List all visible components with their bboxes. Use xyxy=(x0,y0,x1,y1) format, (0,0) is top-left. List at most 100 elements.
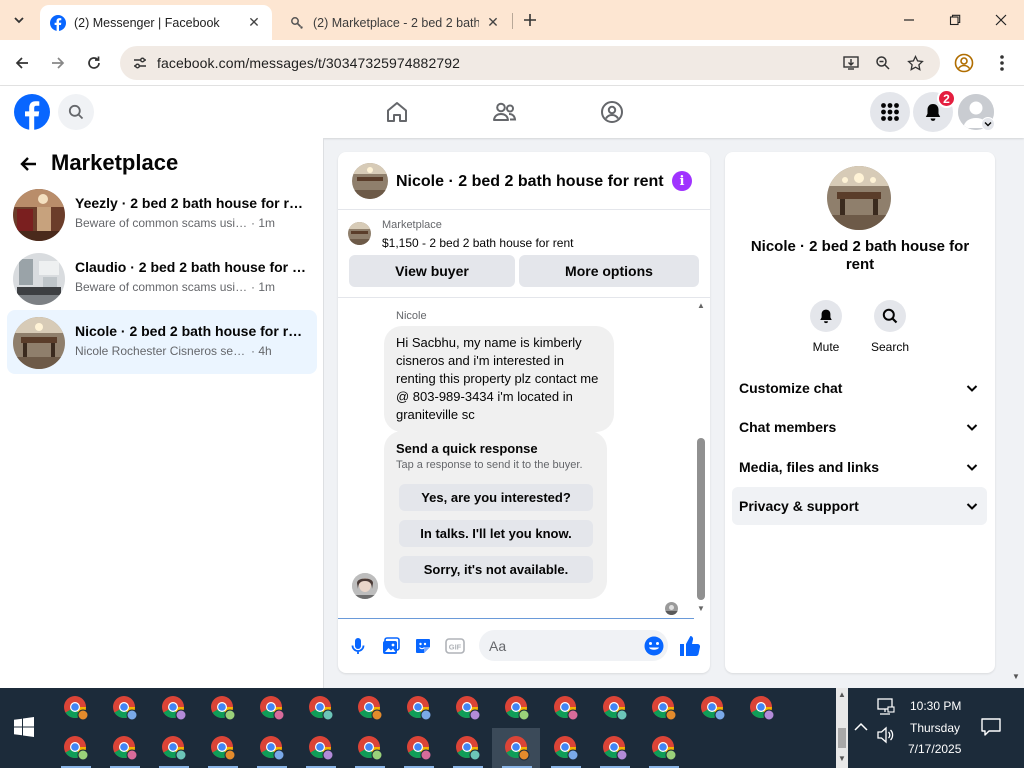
facebook-logo-icon[interactable] xyxy=(14,94,50,130)
listing-price-title[interactable]: $1,150 - 2 bed 2 bath house for rent xyxy=(382,236,573,250)
install-app-icon[interactable] xyxy=(839,51,863,75)
account-chevron[interactable] xyxy=(981,117,995,131)
microphone-icon[interactable] xyxy=(347,635,369,657)
nav-home[interactable] xyxy=(383,98,411,126)
chrome-taskbar-icon[interactable] xyxy=(553,735,579,761)
chrome-taskbar-icon[interactable] xyxy=(357,735,383,761)
sticker-icon[interactable] xyxy=(412,635,434,657)
chrome-profile-button[interactable] xyxy=(952,51,976,75)
quick-response-option[interactable]: Sorry, it's not available. xyxy=(399,556,593,583)
tab-marketplace[interactable]: (2) Marketplace - 2 bed 2 bath house for… xyxy=(279,5,511,40)
chrome-taskbar-icon[interactable] xyxy=(602,735,628,761)
forward-button[interactable] xyxy=(44,49,72,77)
chrome-taskbar-icon[interactable] xyxy=(210,695,236,721)
privacy-support-row[interactable]: Privacy & support xyxy=(732,487,987,525)
tab-close-icon[interactable]: ✕ xyxy=(485,14,501,31)
photo-icon[interactable] xyxy=(380,635,402,657)
chrome-taskbar-icon[interactable] xyxy=(308,735,334,761)
back-button[interactable] xyxy=(8,49,36,77)
chrome-taskbar-icon[interactable] xyxy=(112,735,138,761)
listing-thumbnail[interactable] xyxy=(348,222,371,245)
conversation-claudio[interactable]: Claudio · 2 bed 2 bath house for rent Be… xyxy=(7,246,317,310)
menu-button[interactable] xyxy=(870,92,910,132)
chat-members-row[interactable]: Chat members xyxy=(732,408,987,446)
address-bar[interactable]: facebook.com/messages/t/3034732597488279… xyxy=(120,46,940,80)
chrome-taskbar-icon[interactable] xyxy=(455,735,481,761)
quick-response-option[interactable]: In talks. I'll let you know. xyxy=(399,520,593,547)
window-restore-button[interactable] xyxy=(932,0,978,40)
quick-response-option[interactable]: Yes, are you interested? xyxy=(399,484,593,511)
chrome-menu-button[interactable] xyxy=(990,51,1014,75)
chrome-taskbar-icon[interactable] xyxy=(161,735,187,761)
taskbar-scroll-up[interactable]: ▲ xyxy=(836,690,848,699)
tab-close-icon[interactable]: ✕ xyxy=(246,14,262,31)
chrome-taskbar-icon[interactable] xyxy=(112,695,138,721)
taskbar-scroll-thumb[interactable] xyxy=(838,728,846,748)
new-tab-button[interactable] xyxy=(520,10,540,30)
back-button[interactable] xyxy=(14,150,42,178)
notification-center-icon[interactable] xyxy=(980,716,1002,738)
zoom-icon[interactable] xyxy=(871,51,895,75)
facebook-search-button[interactable] xyxy=(58,94,94,130)
scrollbar-thumb[interactable] xyxy=(697,438,705,600)
media-files-links-row[interactable]: Media, files and links xyxy=(732,448,987,486)
chat-details-avatar[interactable] xyxy=(827,166,891,230)
network-icon[interactable] xyxy=(876,698,896,716)
chat-avatar[interactable] xyxy=(352,163,388,199)
message-bubble[interactable]: Hi Sacbhu, my name is kimberly cisneros … xyxy=(384,326,614,432)
clock-date[interactable]: 7/17/2025 xyxy=(908,742,961,756)
taskbar-scroll-down[interactable]: ▼ xyxy=(836,754,848,763)
volume-icon[interactable] xyxy=(876,726,896,744)
chrome-taskbar-icon[interactable] xyxy=(259,735,285,761)
sender-avatar[interactable] xyxy=(352,573,378,599)
mute-action[interactable]: Mute xyxy=(796,300,856,354)
chrome-taskbar-icon[interactable] xyxy=(455,695,481,721)
chrome-taskbar-icon[interactable] xyxy=(406,735,432,761)
tab-messenger[interactable]: (2) Messenger | Facebook ✕ xyxy=(40,5,272,40)
nav-groups[interactable] xyxy=(598,98,626,126)
chrome-taskbar-icon[interactable] xyxy=(406,695,432,721)
conversation-nicole[interactable]: Nicole · 2 bed 2 bath house for rent Nic… xyxy=(7,310,317,374)
reload-button[interactable] xyxy=(80,49,108,77)
view-buyer-button[interactable]: View buyer xyxy=(349,255,515,287)
page-scroll-down-arrow[interactable]: ▼ xyxy=(1012,672,1020,681)
chrome-taskbar-icon[interactable] xyxy=(504,695,530,721)
emoji-icon[interactable] xyxy=(643,635,665,657)
chrome-taskbar-icon[interactable] xyxy=(161,695,187,721)
bookmark-star-icon[interactable] xyxy=(903,51,927,75)
chrome-taskbar-icon[interactable] xyxy=(357,695,383,721)
chrome-taskbar-icon[interactable] xyxy=(651,695,677,721)
chrome-taskbar-icon[interactable] xyxy=(553,695,579,721)
chrome-taskbar-icon[interactable] xyxy=(749,695,775,721)
chrome-taskbar-icon[interactable] xyxy=(63,735,89,761)
more-options-button[interactable]: More options xyxy=(519,255,699,287)
chat-title[interactable]: Nicole · 2 bed 2 bath house for rent xyxy=(396,173,664,191)
chrome-taskbar-icon[interactable] xyxy=(259,695,285,721)
chrome-taskbar-icon[interactable] xyxy=(504,735,530,761)
thumbs-up-icon[interactable] xyxy=(678,634,702,658)
chrome-taskbar-icon[interactable] xyxy=(651,735,677,761)
gif-icon[interactable]: GIF xyxy=(444,635,466,657)
window-minimize-button[interactable] xyxy=(886,0,932,40)
info-icon[interactable]: i xyxy=(672,171,692,191)
clock-day[interactable]: Thursday xyxy=(910,721,960,735)
clock-time[interactable]: 10:30 PM xyxy=(910,699,961,713)
scroll-up-arrow[interactable]: ▲ xyxy=(697,301,705,310)
chevron-up-icon[interactable] xyxy=(852,718,870,736)
chrome-taskbar-icon[interactable] xyxy=(308,695,334,721)
chrome-taskbar-icon[interactable] xyxy=(700,695,726,721)
tab-search-button[interactable] xyxy=(6,7,32,33)
search-action[interactable]: Search xyxy=(860,300,920,354)
windows-start-icon[interactable] xyxy=(14,717,34,737)
nav-friends[interactable] xyxy=(491,98,519,126)
conversation-yeezly[interactable]: Yeezly · 2 bed 2 bath house for rent Bew… xyxy=(7,182,317,246)
chrome-taskbar-icon[interactable] xyxy=(63,695,89,721)
scroll-down-arrow[interactable]: ▼ xyxy=(697,604,705,613)
customize-chat-row[interactable]: Customize chat xyxy=(732,369,987,407)
chrome-taskbar-icon[interactable] xyxy=(602,695,628,721)
message-input[interactable] xyxy=(479,630,668,661)
tab-title: (2) Marketplace - 2 bed 2 bath house for… xyxy=(313,15,479,30)
chrome-taskbar-icon[interactable] xyxy=(210,735,236,761)
site-info-button[interactable] xyxy=(128,51,152,75)
window-close-button[interactable] xyxy=(978,0,1024,40)
